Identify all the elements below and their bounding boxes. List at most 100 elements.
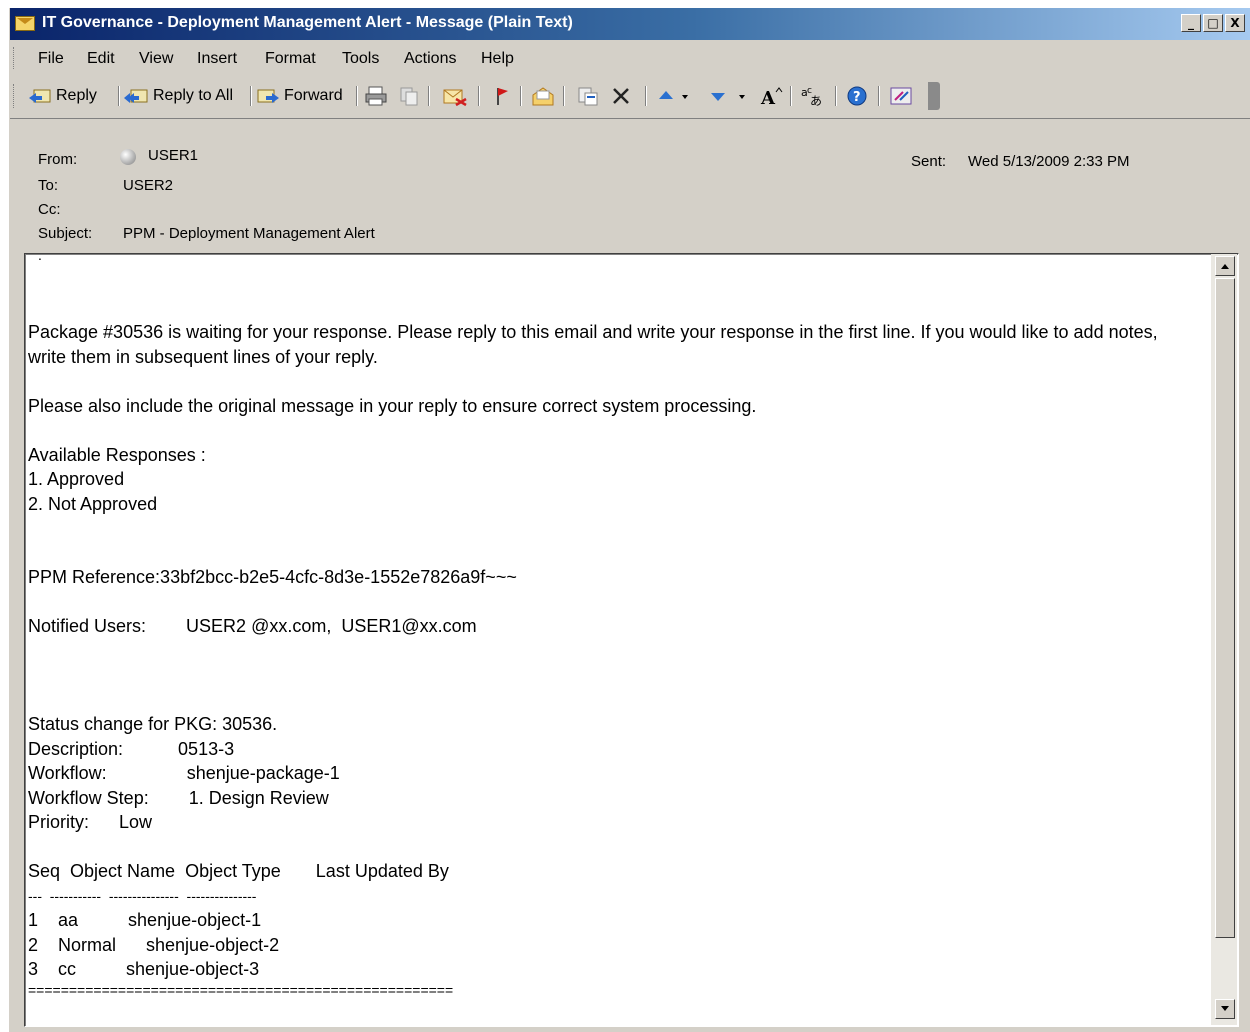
reply-all-label: Reply to All xyxy=(153,87,234,104)
menu-file[interactable]: File xyxy=(38,50,64,68)
scroll-down-button[interactable] xyxy=(1215,999,1235,1019)
subject-label: Subject: xyxy=(38,225,93,242)
reply-button[interactable]: Reply xyxy=(28,84,97,108)
menu-edit[interactable]: Edit xyxy=(87,50,115,68)
menu-view[interactable]: View xyxy=(139,50,173,68)
menu-format[interactable]: Format xyxy=(265,50,316,68)
footer-rule: ========================================… xyxy=(28,981,454,998)
envelope-icon xyxy=(15,16,35,31)
forward-button[interactable]: Forward xyxy=(256,84,343,108)
copy-icon xyxy=(400,87,418,106)
table-rule: --- ----------- --------------- --------… xyxy=(28,887,257,904)
svg-text:あ: あ xyxy=(810,94,822,108)
encoding-button[interactable]: acあ xyxy=(800,84,826,108)
help-button[interactable]: ? xyxy=(846,84,870,108)
open-envelope-icon xyxy=(532,87,554,106)
font-size-icon: A xyxy=(760,87,783,107)
reply-icon xyxy=(29,89,51,103)
svg-text:?: ? xyxy=(853,90,861,105)
print-button[interactable] xyxy=(364,84,388,108)
options-button[interactable] xyxy=(888,84,916,108)
svg-text:A: A xyxy=(760,88,776,107)
down-triangle-icon xyxy=(1221,1006,1229,1011)
message-text: Package #30536 is waiting for your respo… xyxy=(28,320,1198,998)
envelope-move-icon xyxy=(443,89,467,107)
translate-icon: a cあ xyxy=(801,86,822,108)
scroll-thumb[interactable] xyxy=(1215,278,1235,938)
grow-font-button[interactable]: A xyxy=(760,84,784,108)
sent-label: Sent: xyxy=(911,153,947,170)
follow-up-flag-button[interactable] xyxy=(492,84,512,108)
previous-item-button[interactable] xyxy=(655,84,689,108)
toolbar-separator xyxy=(645,86,647,106)
toolbar-separator xyxy=(790,86,792,106)
reply-all-icon xyxy=(124,89,148,103)
workflow-line: Workflow: shenjue-package-1 xyxy=(28,763,340,783)
down-arrow-dropdown-icon xyxy=(711,93,745,101)
menu-insert[interactable]: Insert xyxy=(197,50,237,68)
close-button[interactable]: X xyxy=(1225,14,1245,32)
vertical-scrollbar[interactable] xyxy=(1211,254,1237,1025)
toolbar-overflow[interactable] xyxy=(928,82,940,110)
sent-value: Wed 5/13/2009 2:33 PM xyxy=(968,153,1130,170)
maximize-button[interactable]: □ xyxy=(1203,14,1223,32)
body-dot: . xyxy=(38,247,42,263)
response-option: 2. Not Approved xyxy=(28,493,158,514)
toolbar-separator xyxy=(835,86,837,106)
move-to-folder-button[interactable] xyxy=(442,84,468,108)
toolbar-separator xyxy=(520,86,522,106)
forward-label: Forward xyxy=(284,87,343,104)
priority-line: Priority: Low xyxy=(28,812,153,832)
scroll-up-button[interactable] xyxy=(1215,256,1235,276)
standard-toolbar: Reply Reply to All Forward A a c あ ? xyxy=(10,78,940,114)
help-icon: ? xyxy=(847,86,867,106)
from-value[interactable]: USER1 xyxy=(148,147,198,164)
responses-title: Available Responses : xyxy=(28,444,206,465)
toolbar-separator xyxy=(878,86,880,106)
table-row: 2 Normal shenjue-object-2 xyxy=(28,934,280,955)
menu-bar: File Edit View Insert Format Tools Actio… xyxy=(10,41,1250,75)
forward-icon xyxy=(257,89,279,103)
table-header: Seq Object Name Object Type Last Updated… xyxy=(28,861,449,881)
message-options-icon xyxy=(890,87,912,105)
menubar-grip[interactable] xyxy=(13,47,16,69)
menu-actions[interactable]: Actions xyxy=(404,50,456,68)
create-rule-button[interactable] xyxy=(530,84,558,108)
table-row: 3 cc shenjue-object-3 xyxy=(28,959,260,979)
window-controls: _ □ X xyxy=(1181,14,1245,32)
table-row: 1 aa shenjue-object-1 xyxy=(28,910,262,930)
toolbar-separator xyxy=(478,86,480,106)
description-line: Description: 0513-3 xyxy=(28,738,235,759)
title-bar[interactable]: IT Governance - Deployment Management Al… xyxy=(10,8,1250,40)
toolbar-separator xyxy=(428,86,430,106)
toolbar-separator xyxy=(563,86,565,106)
status-change: Status change for PKG: 30536. xyxy=(28,714,278,734)
cc-label: Cc: xyxy=(38,201,61,218)
reply-all-button[interactable]: Reply to All xyxy=(123,84,233,108)
delete-x-icon xyxy=(613,88,629,104)
workflow-step-line: Workflow Step: 1. Design Review xyxy=(28,787,329,808)
toolbar-separator xyxy=(118,86,120,106)
toolbar-grip[interactable] xyxy=(13,84,16,108)
minimize-button[interactable]: _ xyxy=(1181,14,1201,32)
menu-tools[interactable]: Tools xyxy=(342,50,379,68)
delete-button[interactable] xyxy=(610,84,632,108)
response-option: 1. Approved xyxy=(28,469,125,489)
body-paragraph: Package #30536 is waiting for your respo… xyxy=(28,322,1158,367)
next-item-button[interactable] xyxy=(707,84,747,108)
from-label: From: xyxy=(38,151,78,168)
body-paragraph: Please also include the original message… xyxy=(28,395,757,416)
ppm-reference: PPM Reference:33bf2bcc-b2e5-4cfc-8d3e-15… xyxy=(28,567,517,587)
to-value[interactable]: USER2 xyxy=(123,177,173,194)
flag-icon xyxy=(497,88,508,105)
toolbar-separator xyxy=(250,86,252,106)
message-header: From: USER1 To: USER2 Cc: Subject: PPM -… xyxy=(10,118,1250,259)
up-arrow-dropdown-icon xyxy=(659,91,688,99)
toolbar-separator xyxy=(356,86,358,106)
reply-label: Reply xyxy=(56,87,97,104)
presence-icon xyxy=(120,149,136,165)
move-button[interactable] xyxy=(576,84,600,108)
menu-help[interactable]: Help xyxy=(481,50,514,68)
copy-button[interactable] xyxy=(398,84,420,108)
move-icon xyxy=(578,87,598,106)
